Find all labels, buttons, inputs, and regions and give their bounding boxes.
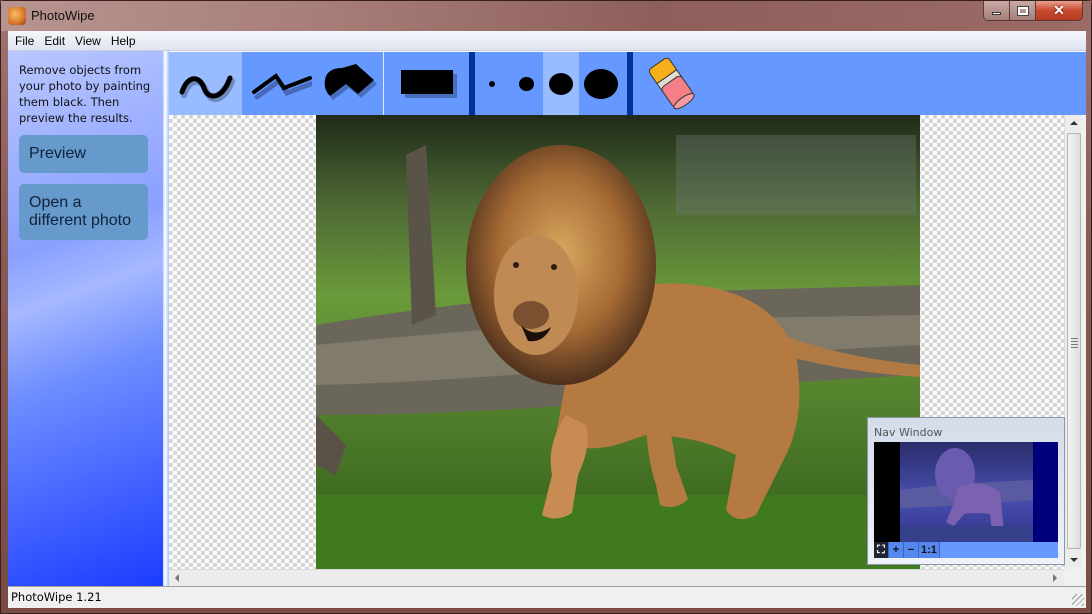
nav-margin-left: [874, 442, 900, 542]
title-bar[interactable]: PhotoWipe ✕: [1, 1, 1091, 31]
polygon-tool[interactable]: [318, 52, 382, 115]
scroll-left-icon[interactable]: [175, 574, 179, 582]
status-text: PhotoWipe 1.21: [11, 590, 102, 604]
nav-photo-thumbnail[interactable]: [900, 442, 1033, 542]
freehand-brush-tool[interactable]: [169, 52, 242, 115]
menu-view[interactable]: View: [70, 31, 106, 51]
fit-button[interactable]: ⛶: [874, 542, 889, 558]
freehand-curve-icon: [179, 75, 235, 102]
horizontal-scrollbar[interactable]: [169, 569, 1064, 586]
preview-button[interactable]: Preview: [19, 135, 148, 173]
client-area: File Edit View Help Remove objects from …: [8, 31, 1086, 608]
brush-size-3[interactable]: [543, 52, 579, 115]
vertical-scrollbar[interactable]: [1064, 115, 1082, 569]
minimize-button[interactable]: [984, 1, 1010, 20]
minimize-icon: [992, 12, 1001, 15]
zigzag-line-icon: [252, 72, 312, 99]
eraser-icon: [648, 57, 695, 109]
app-icon: [8, 7, 26, 25]
zoom-out-button[interactable]: −: [904, 542, 919, 558]
rectangle-icon: [400, 69, 457, 98]
status-bar: PhotoWipe 1.21: [8, 586, 1086, 608]
window-controls: ✕: [983, 1, 1083, 21]
maximize-icon: [1016, 5, 1029, 16]
nav-lion-thumbnail: [900, 448, 1033, 542]
brush-size-2[interactable]: [509, 52, 543, 115]
sidebar: Remove objects from your photo by painti…: [8, 51, 165, 586]
photo-image[interactable]: [316, 115, 920, 569]
vertical-scroll-thumb[interactable]: [1067, 133, 1081, 549]
rectangle-tool[interactable]: [383, 52, 469, 115]
brush-size-1[interactable]: [475, 52, 509, 115]
line-tool[interactable]: [242, 52, 318, 115]
brush-dot-icon: [584, 68, 618, 99]
open-photo-button[interactable]: Open a different photo: [19, 184, 148, 240]
brush-dot-icon: [549, 72, 573, 95]
tool-bar: [169, 51, 1086, 115]
window-title: PhotoWipe: [31, 8, 95, 23]
close-icon: ✕: [1053, 2, 1065, 18]
instructions-text: Remove objects from your photo by painti…: [19, 63, 151, 125]
close-button[interactable]: ✕: [1036, 1, 1082, 20]
nav-window-title: Nav Window: [874, 426, 943, 439]
grip-icon: [1071, 338, 1078, 350]
brush-size-4[interactable]: [579, 52, 623, 115]
actual-size-button[interactable]: 1:1: [919, 542, 940, 558]
nav-window[interactable]: Nav Window ⛶ + − 1:1: [867, 417, 1065, 565]
nav-preview[interactable]: [874, 442, 1058, 542]
scroll-up-icon[interactable]: [1070, 121, 1078, 125]
brush-dot-icon: [518, 76, 534, 91]
zoom-in-button[interactable]: +: [889, 542, 904, 558]
menu-bar: File Edit View Help: [8, 31, 1086, 51]
polygon-icon: [324, 63, 377, 100]
nav-toolbar: ⛶ + − 1:1: [874, 542, 1058, 558]
scroll-down-icon[interactable]: [1070, 558, 1078, 562]
scroll-right-icon[interactable]: [1053, 574, 1057, 582]
menu-file[interactable]: File: [10, 31, 39, 51]
menu-help[interactable]: Help: [106, 31, 141, 51]
eraser-tool[interactable]: [635, 52, 709, 115]
lion-photo-illustration: [316, 115, 920, 569]
brush-dot-icon: [489, 80, 495, 87]
menu-edit[interactable]: Edit: [39, 31, 70, 51]
resize-grip-icon[interactable]: [1072, 594, 1084, 606]
app-window: PhotoWipe ✕ File Edit View Help Remove o…: [0, 0, 1092, 614]
toolbar-separator: [627, 52, 633, 115]
maximize-button[interactable]: [1010, 1, 1036, 20]
